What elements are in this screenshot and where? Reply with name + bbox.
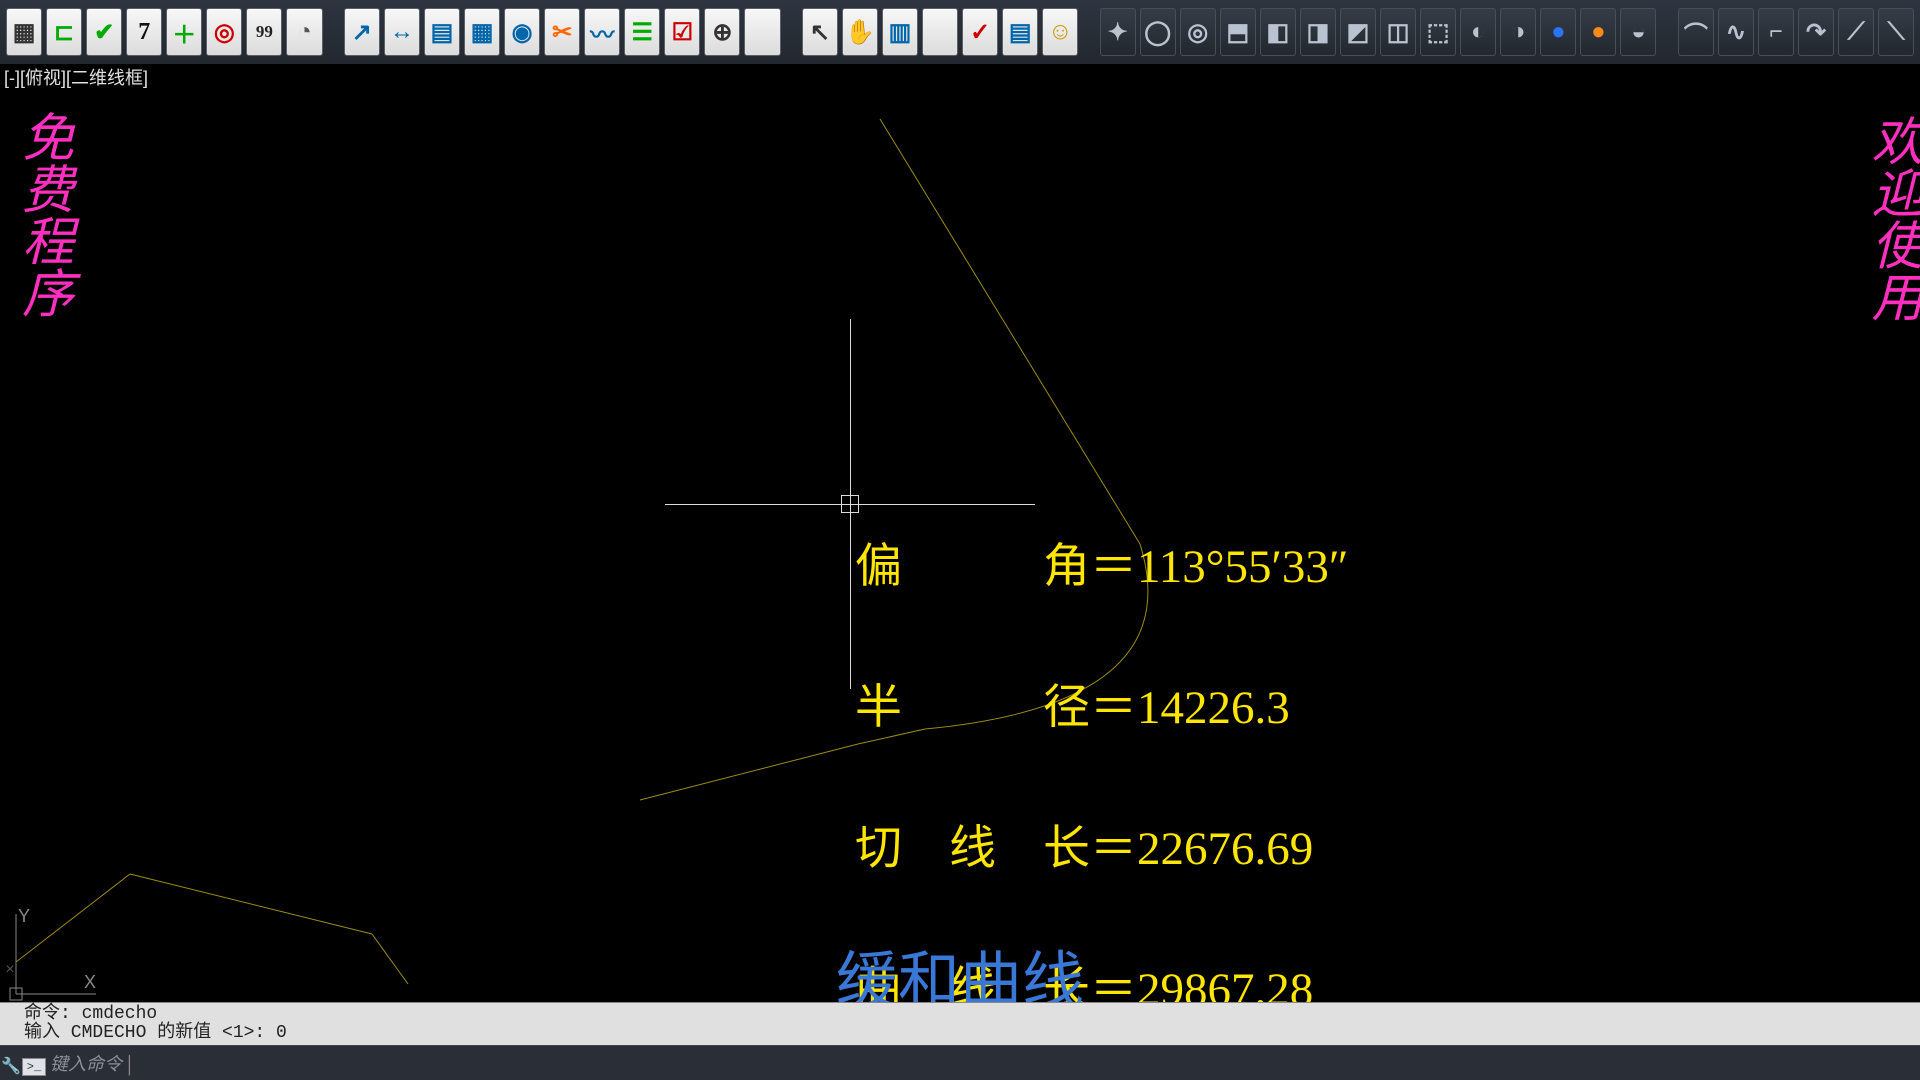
param-tangent-length: 切 线 长＝22676.69 bbox=[855, 826, 1348, 873]
calendar-7-icon[interactable]: 7 bbox=[126, 8, 162, 56]
blank-b-icon[interactable] bbox=[922, 8, 958, 56]
box-iso-icon[interactable]: ◩ bbox=[1340, 8, 1376, 56]
layers-stack-icon[interactable]: ☰ bbox=[624, 8, 660, 56]
cube-3d-icon[interactable]: ⬚ bbox=[1420, 8, 1456, 56]
box-front-icon[interactable]: ◧ bbox=[1260, 8, 1296, 56]
arc-line-icon[interactable]: ⌒ bbox=[1678, 8, 1714, 56]
shade-wire-icon[interactable]: ◐ bbox=[1460, 8, 1496, 56]
sphere-render-icon[interactable]: ◒ bbox=[1620, 8, 1656, 56]
properties-red-icon[interactable]: ✓ bbox=[962, 8, 998, 56]
param-deflection-angle: 偏 角＝113°55′33″ bbox=[855, 544, 1348, 591]
sphere-blue-icon[interactable]: ● bbox=[1540, 8, 1576, 56]
figure-title: 缓和曲线 bbox=[836, 930, 1084, 1010]
ucs-y-label: Y bbox=[18, 906, 30, 926]
box-top-icon[interactable]: ⬒ bbox=[1220, 8, 1256, 56]
table-list-icon[interactable]: ▤ bbox=[1002, 8, 1038, 56]
width-arrow-icon[interactable]: ↔ bbox=[384, 8, 420, 56]
watermark-left: 免费程序 bbox=[14, 110, 69, 318]
check-list-icon[interactable]: ☑ bbox=[664, 8, 700, 56]
command-history-line: 命令: cmdecho bbox=[24, 1005, 1912, 1024]
arc-end-icon[interactable]: ⟍ bbox=[1878, 8, 1914, 56]
chart-up-icon[interactable]: ↗ bbox=[344, 8, 380, 56]
curve-params-main: 偏 角＝113°55′33″ 半 径＝14226.3 切 线 长＝22676.6… bbox=[855, 450, 1348, 1010]
drawing-canvas[interactable]: X Y 免费程序 欢迎使用 偏 角＝113°55′33″ 半 径＝14226.3… bbox=[0, 64, 1920, 1010]
scissors-cut-icon[interactable]: ✂ bbox=[544, 8, 580, 56]
toggle-check-icon[interactable]: ✔ bbox=[86, 8, 122, 56]
cursor-arrow-icon[interactable]: ↖ bbox=[802, 8, 838, 56]
command-placeholder: 键入命令 bbox=[50, 1056, 135, 1076]
settings-icon[interactable]: 🔧 bbox=[0, 1056, 22, 1078]
orbit-zoom-icon[interactable]: ◎ bbox=[1180, 8, 1216, 56]
shade-hidden-icon[interactable]: ◑ bbox=[1500, 8, 1536, 56]
road-curve-icon[interactable]: ⊏ bbox=[46, 8, 82, 56]
angle-fan-icon[interactable]: ◔ bbox=[286, 8, 322, 56]
orbit-view-icon[interactable]: ◯ bbox=[1140, 8, 1176, 56]
ucs-axis-icon[interactable]: ✦ bbox=[1100, 8, 1136, 56]
command-prompt-icon[interactable]: >_ bbox=[22, 1058, 46, 1076]
main-toolbar: ▦⊏✔7＋◎99◔↗↔▤▦◉✂〰☰☑⊕ ↖✋▥ ✓▤☺✦◯◎⬒◧◨◩◫⬚◐◑●●… bbox=[0, 0, 1920, 64]
smiley-icon[interactable]: ☺ bbox=[1042, 8, 1078, 56]
blank-a-icon[interactable] bbox=[744, 8, 780, 56]
zoom-crosshair-icon[interactable]: ⊕ bbox=[704, 8, 740, 56]
param-radius: 半 径＝14226.3 bbox=[855, 685, 1348, 732]
dim-99-icon[interactable]: 99 bbox=[246, 8, 282, 56]
arc-cont-icon[interactable]: ∿ bbox=[1718, 8, 1754, 56]
close-icon[interactable]: × bbox=[2, 962, 18, 978]
grid-table-icon[interactable]: ▦ bbox=[464, 8, 500, 56]
marquee-select-icon[interactable]: ▦ bbox=[6, 8, 42, 56]
cube-2d-icon[interactable]: ◫ bbox=[1380, 8, 1416, 56]
arc-seg-icon[interactable]: ⟋ bbox=[1838, 8, 1874, 56]
command-panel: × 命令: cmdecho 输入 CMDECHO 的新值 <1>: 0 🔧 >_… bbox=[0, 1002, 1920, 1080]
command-history-line: 输入 CMDECHO 的新值 <1>: 0 bbox=[24, 1024, 1912, 1043]
command-history: 命令: cmdecho 输入 CMDECHO 的新值 <1>: 0 bbox=[0, 1002, 1920, 1045]
target-origin-icon[interactable]: ◎ bbox=[206, 8, 242, 56]
calculator-icon[interactable]: ▥ bbox=[882, 8, 918, 56]
box-side-icon[interactable]: ◨ bbox=[1300, 8, 1336, 56]
arc-corner-icon[interactable]: ⌐ bbox=[1758, 8, 1794, 56]
sphere-orange-icon[interactable]: ● bbox=[1580, 8, 1616, 56]
command-input[interactable]: 🔧 >_ 键入命令 bbox=[0, 1045, 1920, 1080]
add-plus-icon[interactable]: ＋ bbox=[166, 8, 202, 56]
curve-edit-icon[interactable]: 〰 bbox=[584, 8, 620, 56]
watermark-right: 欢迎使用 bbox=[1863, 114, 1918, 322]
arc-tangent-icon[interactable]: ↷ bbox=[1798, 8, 1834, 56]
document-icon[interactable]: ▤ bbox=[424, 8, 460, 56]
eye-view-icon[interactable]: ◉ bbox=[504, 8, 540, 56]
ucs-x-label: X bbox=[84, 972, 96, 992]
hand-pan-icon[interactable]: ✋ bbox=[842, 8, 878, 56]
